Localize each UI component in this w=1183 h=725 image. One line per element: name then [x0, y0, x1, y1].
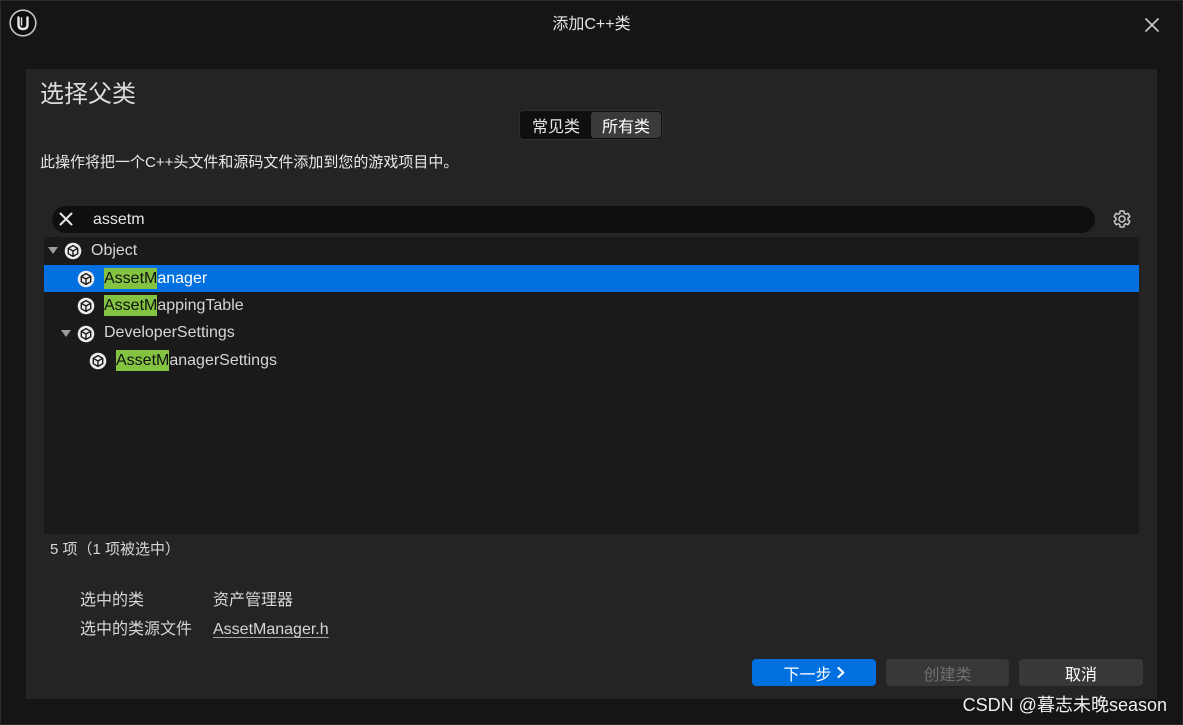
- tree-row-label: AssetM anagerSettings: [116, 347, 277, 375]
- tab-common-classes[interactable]: 常见类: [521, 112, 591, 138]
- expand-arrow-icon[interactable]: [61, 330, 71, 337]
- add-cpp-class-dialog: 添加C++类 选择父类 常见类 所有类 此操作将把一个C++头文件和源码文件添加…: [0, 0, 1183, 725]
- tree-row-object[interactable]: Object: [44, 237, 1139, 265]
- chevron-right-icon: [836, 667, 844, 678]
- class-icon: [64, 242, 82, 260]
- source-file-label: 选中的类源文件: [80, 621, 193, 638]
- tree-row-label: Object: [91, 241, 138, 259]
- dialog-title: 添加C++类: [552, 16, 631, 33]
- search-match-highlight: AssetM: [104, 295, 158, 317]
- cancel-button[interactable]: 取消: [1019, 659, 1143, 686]
- search-bar: [51, 205, 1096, 234]
- tree-row-developersettings[interactable]: DeveloperSettings: [44, 320, 1139, 348]
- class-icon: [77, 270, 95, 288]
- expand-arrow-icon[interactable]: [48, 247, 58, 254]
- class-tree: Object AssetM anager AssetM appingTable De…: [44, 237, 1139, 534]
- label-remainder: anagerSettings: [169, 352, 277, 370]
- selected-class-value: 资产管理器: [213, 592, 294, 609]
- selected-class-label: 选中的类: [80, 592, 145, 609]
- create-class-button[interactable]: 创建类: [886, 659, 1009, 686]
- tree-row-assetmanagersettings[interactable]: AssetM anagerSettings: [44, 347, 1139, 375]
- unreal-engine-logo-icon: [9, 9, 37, 37]
- class-icon: [77, 325, 95, 343]
- tree-row-assetmappingtable[interactable]: AssetM appingTable: [44, 292, 1139, 320]
- search-match-highlight: AssetM: [104, 267, 158, 289]
- tree-row-assetmanager[interactable]: AssetM anager: [44, 264, 1139, 293]
- class-icon: [89, 352, 107, 370]
- label-remainder: anager: [157, 269, 208, 287]
- next-button-label: 下一步: [783, 666, 832, 684]
- source-file-link[interactable]: AssetManager.h: [213, 620, 329, 640]
- search-match-highlight: AssetM: [116, 350, 170, 372]
- page-title: 选择父类: [40, 81, 136, 108]
- watermark: CSDN @暮志未晚season: [962, 695, 1167, 715]
- description-text: 此操作将把一个C++头文件和源码文件添加到您的游戏项目中。: [40, 154, 459, 171]
- tree-row-label: AssetM anager: [104, 265, 207, 293]
- close-icon[interactable]: [1145, 18, 1159, 32]
- gear-icon[interactable]: [1112, 209, 1132, 229]
- tab-all-classes[interactable]: 所有类: [591, 112, 661, 138]
- tree-row-label: AssetM appingTable: [104, 292, 244, 320]
- main-panel: 选择父类 常见类 所有类 此操作将把一个C++头文件和源码文件添加到您的游戏项目…: [26, 69, 1157, 699]
- tree-row-label: DeveloperSettings: [104, 324, 235, 342]
- class-search-input[interactable]: [93, 206, 1073, 233]
- class-filter-tabs: 常见类 所有类: [519, 110, 663, 140]
- label-remainder: appingTable: [157, 297, 244, 315]
- next-button[interactable]: 下一步: [752, 659, 876, 686]
- item-count-status: 5 项（1 项被选中）: [50, 541, 181, 558]
- clear-search-icon[interactable]: [59, 212, 73, 226]
- title-bar: 添加C++类: [0, 0, 1183, 60]
- class-icon: [77, 297, 95, 315]
